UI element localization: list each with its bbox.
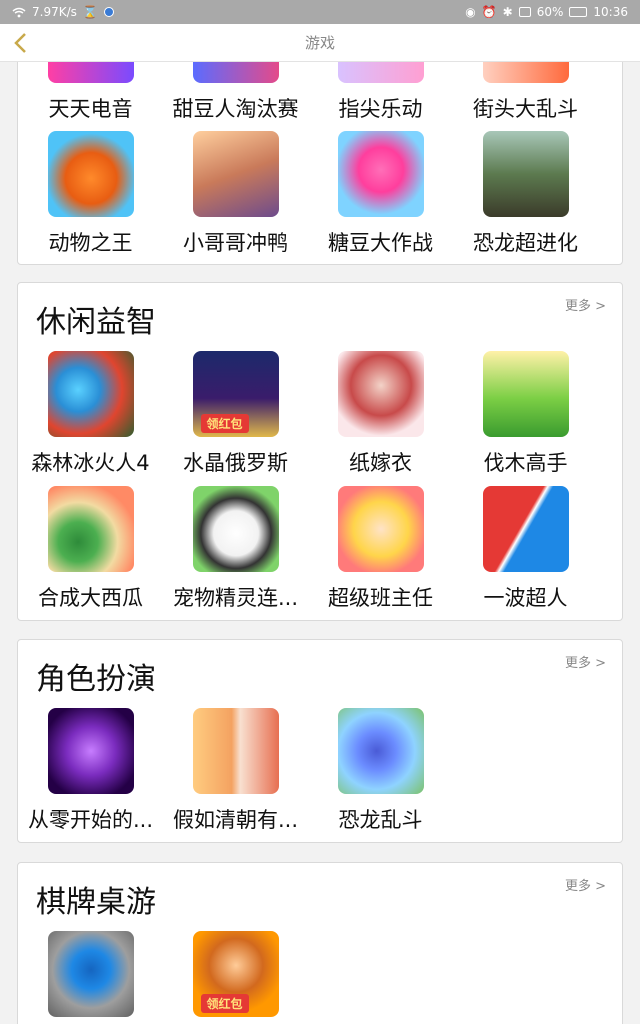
- app-name: 恐龙乱斗: [338, 808, 423, 832]
- back-button[interactable]: [6, 28, 34, 58]
- app-icon: [192, 486, 279, 572]
- app-icon: [192, 708, 279, 794]
- app-icon: [337, 351, 424, 437]
- app-jietou-daluandou[interactable]: 街头大乱斗: [453, 62, 598, 123]
- app-notification-icon: [103, 7, 114, 17]
- app-zhijiayi[interactable]: 纸嫁衣: [308, 351, 453, 477]
- app-name: 合成大西瓜: [38, 586, 143, 610]
- app-icon: [337, 62, 424, 83]
- app-congling-kaishi[interactable]: 从零开始的...: [18, 708, 163, 834]
- app-icon: [47, 931, 134, 1017]
- app-name: 假如清朝有...: [172, 808, 299, 832]
- app-name: 天天电音: [48, 97, 133, 121]
- network-speed: 7.97K/s: [32, 5, 77, 19]
- app-name: 动物之王: [48, 231, 133, 255]
- app-senlin-binghuoren[interactable]: 森林冰火人4: [18, 351, 163, 477]
- app-dongwu-zhiwang[interactable]: 动物之王: [18, 131, 163, 257]
- app-name: 恐龙超进化: [473, 231, 578, 255]
- app-name: 糖豆大作战: [328, 231, 433, 255]
- app-shuijing-eluosi[interactable]: 领红包 水晶俄罗斯: [163, 351, 308, 477]
- battery-percent: 60%: [536, 5, 564, 19]
- app-chongwu-jingling[interactable]: 宠物精灵连...: [163, 486, 308, 612]
- app-icon: [337, 131, 424, 217]
- app-hecheng-daxigua[interactable]: 合成大西瓜: [18, 486, 163, 612]
- more-link[interactable]: 更多 >: [565, 652, 606, 671]
- app-name: 街头大乱斗: [473, 97, 578, 121]
- app-tangdou-dazuozhan[interactable]: 糖豆大作战: [308, 131, 453, 257]
- app-icon: [47, 62, 134, 83]
- app-name: 甜豆人淘汰赛: [172, 97, 299, 121]
- alarm-icon: ⏰: [481, 5, 497, 19]
- category-card-casual: 休闲益智 更多 > 森林冰火人4 领红包 水晶俄罗斯 纸嫁衣 伐木高手 合成大西…: [17, 282, 623, 621]
- nav-bar: 游戏: [0, 24, 640, 62]
- app-name: 超级班主任: [328, 586, 433, 610]
- app-icon: 领红包: [192, 931, 279, 1017]
- category-title: 棋牌桌游: [36, 885, 156, 920]
- page-title: 游戏: [304, 34, 335, 52]
- top-category-card: 天天电音 甜豆人淘汰赛 指尖乐动 街头大乱斗 动物之王 小哥哥冲鸭 糖豆大作战: [17, 62, 623, 265]
- category-title: 休闲益智: [36, 305, 156, 340]
- app-jiaru-qingchao[interactable]: 假如清朝有...: [163, 708, 308, 834]
- app-board-1[interactable]: [18, 931, 163, 1024]
- app-icon: [482, 62, 569, 83]
- app-tiandouren[interactable]: 甜豆人淘汰赛: [163, 62, 308, 123]
- app-name: 指尖乐动: [338, 97, 423, 121]
- app-name: 水晶俄罗斯: [183, 451, 288, 475]
- app-icon: [192, 62, 279, 83]
- more-link[interactable]: 更多 >: [565, 295, 606, 314]
- app-famu-gaoshou[interactable]: 伐木高手: [453, 351, 598, 477]
- app-icon: [47, 131, 134, 217]
- app-name: 森林冰火人4: [31, 451, 150, 475]
- hourglass-icon: ⌛: [82, 5, 98, 19]
- app-name: 从零开始的...: [27, 808, 154, 832]
- app-icon: [47, 351, 134, 437]
- category-card-rpg: 角色扮演 更多 > 从零开始的... 假如清朝有... 恐龙乱斗: [17, 639, 623, 843]
- app-icon: [192, 131, 279, 217]
- red-packet-badge: 领红包: [200, 994, 249, 1013]
- app-icon: [47, 708, 134, 794]
- bluetooth-icon: ✱: [502, 5, 513, 19]
- app-yibo-chaoren[interactable]: 一波超人: [453, 486, 598, 612]
- app-icon: [482, 131, 569, 217]
- app-xiaogege-chongya[interactable]: 小哥哥冲鸭: [163, 131, 308, 257]
- app-icon: [337, 486, 424, 572]
- app-icon: [47, 486, 134, 572]
- clock-time: 10:36: [593, 5, 628, 19]
- app-name: 纸嫁衣: [349, 451, 412, 475]
- vibrate-icon: [518, 7, 531, 17]
- app-tiantian-dianyin[interactable]: 天天电音: [18, 62, 163, 123]
- app-konglong-chaojinhua[interactable]: 恐龙超进化: [453, 131, 598, 257]
- app-icon: [337, 708, 424, 794]
- red-packet-badge: 领红包: [200, 414, 249, 433]
- app-icon: [482, 486, 569, 572]
- eye-icon: ◉: [465, 5, 476, 19]
- app-chaoji-banzhuren[interactable]: 超级班主任: [308, 486, 453, 612]
- more-link[interactable]: 更多 >: [565, 875, 606, 894]
- battery-icon: [569, 7, 588, 17]
- app-name: 宠物精灵连...: [172, 586, 299, 610]
- app-icon: [482, 351, 569, 437]
- app-zhijian-ledong[interactable]: 指尖乐动: [308, 62, 453, 123]
- app-icon: 领红包: [192, 351, 279, 437]
- app-name: 一波超人: [483, 586, 568, 610]
- app-konglong-luandou[interactable]: 恐龙乱斗: [308, 708, 453, 834]
- chevron-left-icon: [14, 33, 26, 53]
- category-card-board: 棋牌桌游 更多 > 领红包: [17, 862, 623, 1024]
- wifi-icon: [12, 7, 26, 17]
- category-title: 角色扮演: [36, 662, 156, 697]
- app-name: 小哥哥冲鸭: [183, 231, 288, 255]
- status-bar: 7.97K/s ⌛ ◉ ⏰ ✱ 60% 10:36: [0, 0, 640, 24]
- app-board-2[interactable]: 领红包: [163, 931, 308, 1024]
- game-list[interactable]: 天天电音 甜豆人淘汰赛 指尖乐动 街头大乱斗 动物之王 小哥哥冲鸭 糖豆大作战: [0, 62, 640, 1024]
- app-name: 伐木高手: [483, 451, 568, 475]
